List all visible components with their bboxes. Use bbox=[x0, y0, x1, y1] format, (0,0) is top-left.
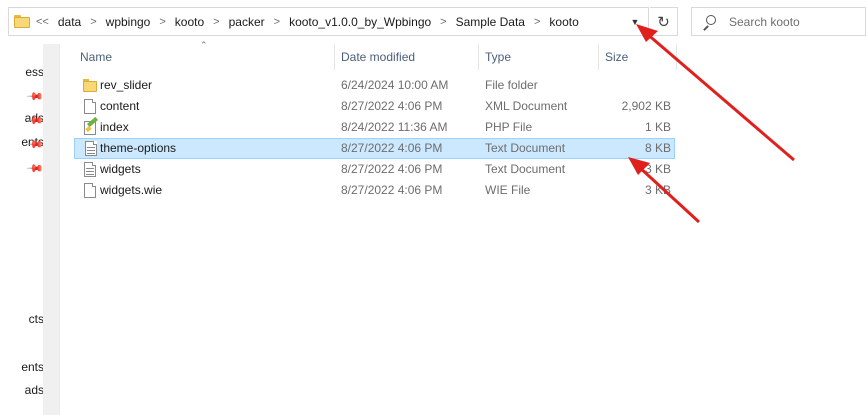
file-date: 8/27/2022 4:06 PM bbox=[341, 99, 443, 113]
chevron-down-icon[interactable]: ▼ bbox=[630, 17, 640, 27]
breadcrumb-item[interactable]: data bbox=[58, 15, 81, 29]
refresh-button[interactable]: ↻ bbox=[650, 7, 678, 36]
file-icon bbox=[83, 183, 97, 198]
xml-file-icon bbox=[83, 99, 97, 114]
text-file-icon bbox=[84, 141, 98, 156]
file-size: 3 KB bbox=[644, 183, 671, 197]
chevron-right-icon[interactable]: > bbox=[159, 16, 165, 28]
search-icon bbox=[702, 14, 716, 31]
file-size: 1 KB bbox=[644, 120, 671, 134]
column-size[interactable]: Size bbox=[599, 44, 628, 70]
breadcrumb-item[interactable]: packer bbox=[229, 15, 265, 29]
chevron-right-icon[interactable]: > bbox=[213, 16, 219, 28]
nav-item[interactable]: ents bbox=[0, 360, 44, 378]
file-date: 6/24/2024 10:00 AM bbox=[341, 78, 449, 92]
list-item[interactable]: widgets.wie 8/27/2022 4:06 PM WIE File 3… bbox=[74, 180, 675, 201]
folder-icon bbox=[83, 78, 97, 93]
list-item[interactable]: content 8/27/2022 4:06 PM XML Document 2… bbox=[74, 96, 675, 117]
file-size: 2,902 KB bbox=[621, 99, 671, 113]
breadcrumb-overflow[interactable]: << bbox=[36, 16, 49, 28]
file-name: theme-options bbox=[100, 141, 177, 155]
refresh-icon: ↻ bbox=[657, 13, 670, 31]
file-type: File folder bbox=[485, 78, 538, 92]
file-name: rev_slider bbox=[100, 78, 153, 92]
column-name[interactable]: Name bbox=[74, 44, 112, 70]
nav-item[interactable]: cts bbox=[0, 312, 44, 330]
file-type: Text Document bbox=[485, 141, 566, 155]
file-date: 8/24/2022 11:36 AM bbox=[341, 120, 448, 134]
nav-item-label: cts bbox=[28, 312, 44, 326]
column-type[interactable]: Type bbox=[479, 44, 511, 70]
file-name: index bbox=[100, 120, 129, 134]
file-name: widgets.wie bbox=[100, 183, 163, 197]
text-file-icon bbox=[83, 162, 97, 177]
file-type: Text Document bbox=[485, 162, 566, 176]
search-placeholder: Search kooto bbox=[729, 14, 800, 29]
list-item[interactable]: widgets 8/27/2022 4:06 PM Text Document … bbox=[74, 159, 675, 180]
file-name: content bbox=[100, 99, 140, 113]
file-size: 8 KB bbox=[644, 141, 671, 155]
nav-item[interactable]: ads bbox=[0, 383, 44, 401]
chevron-right-icon[interactable]: > bbox=[440, 16, 446, 28]
nav-item-label: ents bbox=[21, 360, 44, 374]
breadcrumb-item[interactable]: Sample Data bbox=[456, 15, 525, 29]
nav-item-label: ess bbox=[25, 65, 44, 79]
chevron-right-icon[interactable]: > bbox=[534, 16, 540, 28]
column-date-modified[interactable]: Date modified bbox=[335, 44, 415, 70]
search-input[interactable]: Search kooto bbox=[691, 7, 866, 36]
breadcrumb-item[interactable]: kooto bbox=[549, 15, 578, 29]
file-size: 3 KB bbox=[644, 162, 671, 176]
sort-ascending-icon: ⌃ bbox=[200, 40, 208, 50]
nav-item-label: ads bbox=[24, 383, 44, 397]
toolbar-row: << data > wpbingo > kooto > packer > koo… bbox=[0, 0, 868, 44]
column-divider[interactable] bbox=[676, 44, 677, 70]
address-bar[interactable]: << data > wpbingo > kooto > packer > koo… bbox=[8, 7, 649, 36]
column-header: Name Date modified Type Size bbox=[74, 44, 679, 70]
php-file-icon bbox=[83, 116, 98, 135]
list-item[interactable]: rev_slider 6/24/2024 10:00 AM File folde… bbox=[74, 75, 675, 96]
file-type: PHP File bbox=[485, 120, 533, 134]
breadcrumb: << data > wpbingo > kooto > packer > koo… bbox=[34, 15, 579, 29]
file-date: 8/27/2022 4:06 PM bbox=[341, 183, 443, 197]
chevron-right-icon[interactable]: > bbox=[274, 16, 280, 28]
file-date: 8/27/2022 4:06 PM bbox=[341, 141, 443, 155]
file-type: WIE File bbox=[485, 183, 531, 197]
list-item[interactable]: index 8/24/2022 11:36 AM PHP File 1 KB bbox=[74, 116, 675, 138]
breadcrumb-item[interactable]: kooto_v1.0.0_by_Wpbingo bbox=[289, 15, 431, 29]
nav-item[interactable]: ess bbox=[0, 65, 44, 83]
file-name: widgets bbox=[100, 162, 141, 176]
pane-divider bbox=[59, 44, 60, 415]
list-item-selected[interactable]: theme-options 8/27/2022 4:06 PM Text Doc… bbox=[74, 138, 675, 159]
nav-scrollbar[interactable] bbox=[43, 44, 59, 415]
file-type: XML Document bbox=[485, 99, 568, 113]
breadcrumb-item[interactable]: kooto bbox=[175, 15, 204, 29]
chevron-right-icon[interactable]: > bbox=[90, 16, 96, 28]
file-date: 8/27/2022 4:06 PM bbox=[341, 162, 443, 176]
breadcrumb-item[interactable]: wpbingo bbox=[106, 15, 151, 29]
folder-icon bbox=[14, 15, 30, 28]
